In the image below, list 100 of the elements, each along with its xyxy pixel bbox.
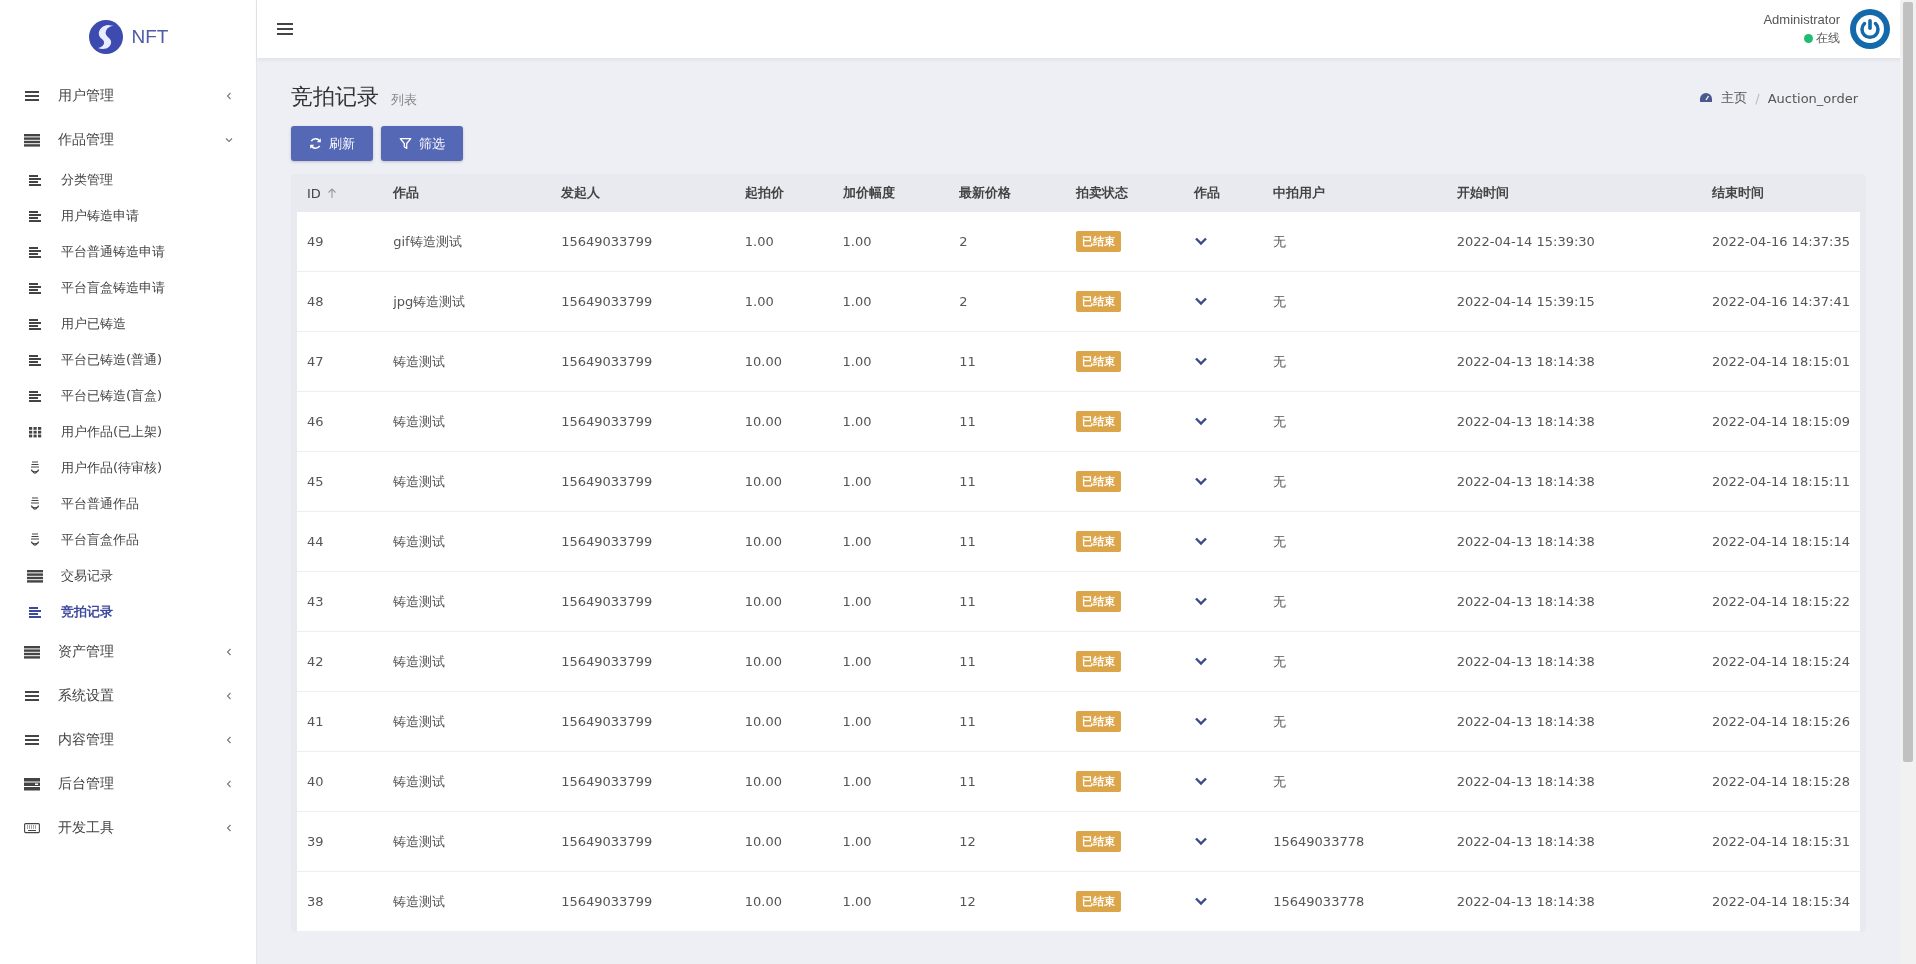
sidebar-group[interactable]: 资产管理 — [0, 630, 256, 674]
toolbar-button[interactable]: 刷新 — [291, 126, 373, 161]
table-cell: 铸造测试 — [383, 871, 552, 932]
table-cell: 2022-04-14 18:15:22 — [1701, 571, 1860, 632]
expand-icon[interactable] — [1194, 356, 1209, 366]
sidebar-item[interactable]: 平台普通铸造申请 — [0, 234, 256, 270]
align-left-icon — [27, 352, 43, 368]
table-cell: 2022-04-13 18:14:38 — [1446, 751, 1702, 812]
table-cell: 2022-04-14 18:15:14 — [1701, 511, 1860, 572]
sidebar-item[interactable]: 交易记录 — [0, 558, 256, 594]
table-cell: 2022-04-13 18:14:38 — [1446, 451, 1702, 512]
server-icon — [24, 776, 40, 792]
breadcrumb-link[interactable]: Auction_order — [1767, 90, 1858, 106]
align-left-icon — [27, 280, 43, 296]
avatar-icon[interactable] — [1850, 9, 1890, 49]
expand-icon[interactable] — [1194, 296, 1209, 306]
table-cell: 无 — [1263, 451, 1447, 512]
table-cell: 铸造测试 — [383, 691, 552, 752]
column-header[interactable]: 中拍用户 — [1263, 174, 1447, 212]
sidebar-item[interactable]: 平台已铸造(盲盒) — [0, 378, 256, 414]
expand-icon[interactable] — [1194, 896, 1209, 906]
sidebar-item[interactable]: 平台普通作品 — [0, 486, 256, 522]
sidebar-item[interactable]: 竞拍记录 — [0, 594, 256, 630]
column-header[interactable]: 发起人 — [551, 174, 735, 212]
sidebar-item[interactable]: 分类管理 — [0, 162, 256, 198]
table-cell: jpg铸造测试 — [383, 271, 552, 332]
column-header[interactable]: 起拍价 — [734, 174, 833, 212]
toolbar-button[interactable]: 筛选 — [381, 126, 463, 161]
table-cell: 2022-04-13 18:14:38 — [1446, 811, 1702, 872]
chevron-left-icon — [224, 823, 234, 833]
column-header[interactable]: 作品 — [383, 174, 552, 212]
sidebar-item[interactable]: 用户已铸造 — [0, 306, 256, 342]
column-header[interactable]: 拍卖状态 — [1065, 174, 1185, 212]
align-left-icon — [27, 316, 43, 332]
sidebar-item[interactable]: 平台盲盒作品 — [0, 522, 256, 558]
table-cell: 40 — [297, 751, 384, 812]
table-cell: 无 — [1263, 751, 1447, 812]
table-cell: gif铸造测试 — [383, 212, 552, 272]
scrollbar[interactable] — [1900, 0, 1916, 964]
expand-icon[interactable] — [1194, 416, 1209, 426]
sidebar-group[interactable]: 开发工具 — [0, 806, 256, 850]
list-icon — [27, 568, 43, 584]
status-badge: 已结束 — [1075, 831, 1121, 852]
expand-icon[interactable] — [1194, 236, 1209, 246]
chevron-left-icon — [224, 91, 234, 101]
sidebar-item[interactable]: 用户铸造申请 — [0, 198, 256, 234]
menu-icon — [24, 688, 40, 704]
expand-icon[interactable] — [1194, 476, 1209, 486]
sidebar-group[interactable]: 用户管理 — [0, 74, 256, 118]
page-title: 竞拍记录 — [291, 83, 379, 111]
table-cell: 11 — [949, 331, 1066, 392]
table-cell: 44 — [297, 511, 384, 572]
column-header[interactable]: 加价幅度 — [832, 174, 950, 212]
table-cell: 无 — [1263, 331, 1447, 392]
menu-icon[interactable] — [277, 22, 293, 36]
table-cell: 15649033799 — [551, 871, 735, 932]
sidebar-group[interactable]: 作品管理 — [0, 118, 256, 162]
status-badge: 已结束 — [1075, 471, 1121, 492]
breadcrumb-link[interactable]: 主页 — [1721, 89, 1748, 107]
table-cell: 48 — [297, 271, 384, 332]
table-cell: 12 — [949, 871, 1066, 932]
sidebar-item[interactable]: 平台已铸造(普通) — [0, 342, 256, 378]
sidebar-item[interactable]: 用户作品(已上架) — [0, 414, 256, 450]
table-cell: 1.00 — [832, 271, 950, 332]
column-header[interactable]: 开始时间 — [1446, 174, 1702, 212]
expand-icon[interactable] — [1194, 836, 1209, 846]
sidebar-group[interactable]: 后台管理 — [0, 762, 256, 806]
table-cell: 10.00 — [734, 391, 833, 452]
table-cell: 1.00 — [832, 691, 950, 752]
column-header[interactable]: 最新价格 — [949, 174, 1066, 212]
logo-icon — [87, 19, 124, 55]
expand-icon[interactable] — [1194, 536, 1209, 546]
table-cell: 10.00 — [734, 571, 833, 632]
table-cell: 15649033799 — [551, 391, 735, 452]
expand-icon[interactable] — [1194, 776, 1209, 786]
column-header[interactable]: 结束时间 — [1701, 174, 1860, 212]
table-cell: 铸造测试 — [383, 631, 552, 692]
status-badge: 已结束 — [1075, 231, 1121, 252]
expand-icon[interactable] — [1194, 596, 1209, 606]
table-cell: 11 — [949, 691, 1066, 752]
sidebar-group[interactable]: 内容管理 — [0, 718, 256, 762]
sidebar-group[interactable]: 系统设置 — [0, 674, 256, 718]
table-cell: 1.00 — [832, 631, 950, 692]
table-cell: 38 — [297, 871, 384, 932]
table-cell: 2022-04-14 18:15:31 — [1701, 811, 1860, 872]
column-header[interactable]: 作品 — [1184, 174, 1264, 212]
expand-icon[interactable] — [1194, 656, 1209, 666]
table-cell: 10.00 — [734, 811, 833, 872]
column-header[interactable]: ID — [297, 174, 384, 212]
expand-icon[interactable] — [1194, 716, 1209, 726]
table-cell: 1.00 — [832, 391, 950, 452]
menu-icon — [24, 88, 40, 104]
table-cell: 无 — [1263, 212, 1447, 272]
table-cell: 无 — [1263, 391, 1447, 452]
chevron-left-icon — [224, 691, 234, 701]
table-cell: 2022-04-14 18:15:11 — [1701, 451, 1860, 512]
sidebar-item[interactable]: 用户作品(待审核) — [0, 450, 256, 486]
table-cell: 无 — [1263, 571, 1447, 632]
table-cell: 15649033799 — [551, 571, 735, 632]
sidebar-item[interactable]: 平台盲盒铸造申请 — [0, 270, 256, 306]
